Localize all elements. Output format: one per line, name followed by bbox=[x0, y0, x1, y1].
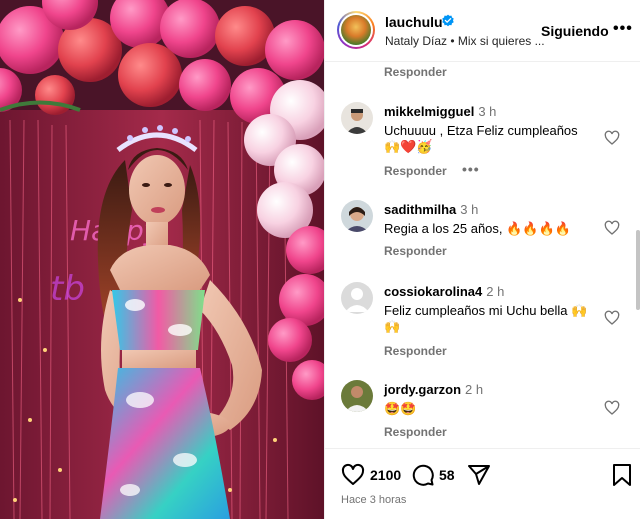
post-header: lauchulu Nataly Díaz • Mix si quieres ..… bbox=[325, 0, 640, 62]
comment-like-icon[interactable] bbox=[604, 220, 620, 236]
post-photo[interactable]: Happy tb bbox=[0, 0, 324, 519]
comment-emoji-line: 🙌 bbox=[384, 319, 401, 334]
comments-list: Responder mikkelmigguel 3 h Uchuuuu , Etz… bbox=[325, 62, 640, 448]
comment-like-icon[interactable] bbox=[604, 130, 620, 146]
reply-button[interactable]: Responder bbox=[384, 65, 447, 79]
paper-plane-icon[interactable] bbox=[467, 463, 491, 487]
commenter-username[interactable]: sadithmilha 3 h bbox=[384, 202, 478, 217]
post-side-panel: lauchulu Nataly Díaz • Mix si quieres ..… bbox=[324, 0, 640, 519]
comment-text: 🤩🤩 bbox=[384, 401, 417, 416]
post-photo-image: Happy tb bbox=[0, 0, 324, 519]
comment-text: Regia a los 25 años, 🔥🔥🔥🔥 bbox=[384, 221, 571, 236]
comment-emoji-line: 🙌❤️🥳 bbox=[384, 139, 433, 154]
reply-button[interactable]: Responder bbox=[384, 425, 447, 439]
comment-time: 3 h bbox=[460, 202, 479, 217]
comment-text: Feliz cumpleaños mi Uchu bella 🙌 bbox=[384, 303, 588, 318]
commenter-username[interactable]: jordy.garzon 2 h bbox=[384, 382, 483, 397]
commenter-username[interactable]: cossiokarolina4 2 h bbox=[384, 284, 504, 299]
verified-badge-icon bbox=[442, 14, 454, 27]
commenter-avatar[interactable] bbox=[341, 102, 373, 134]
scrollbar-thumb[interactable] bbox=[636, 230, 640, 310]
reply-button[interactable]: Responder bbox=[384, 244, 447, 258]
reply-button[interactable]: Responder bbox=[384, 344, 447, 358]
comment-bubble-icon[interactable] bbox=[411, 463, 435, 487]
svg-text:tb: tb bbox=[50, 269, 85, 309]
more-options-icon[interactable]: ••• bbox=[613, 20, 633, 38]
post-timestamp[interactable]: Hace 3 horas bbox=[341, 494, 406, 506]
bookmark-icon[interactable] bbox=[611, 463, 633, 487]
audio-track-label[interactable]: Nataly Díaz • Mix si quieres ... bbox=[385, 34, 545, 48]
comment-like-icon[interactable] bbox=[604, 400, 620, 416]
comment-time: 2 h bbox=[486, 284, 505, 299]
likes-count[interactable]: 2100 bbox=[370, 467, 401, 483]
comment-more-icon[interactable]: ••• bbox=[462, 161, 480, 177]
post-actions-bar: 2100 58 Hace 3 horas bbox=[325, 448, 640, 519]
author-avatar[interactable] bbox=[337, 11, 375, 49]
comment-text: Uchuuuu , Etza Feliz cumpleaños bbox=[384, 123, 578, 138]
commenter-avatar[interactable] bbox=[341, 200, 373, 232]
following-button[interactable]: Siguiendo bbox=[541, 23, 609, 39]
commenter-avatar[interactable] bbox=[341, 282, 373, 314]
commenter-username[interactable]: mikkelmigguel 3 h bbox=[384, 104, 496, 119]
heart-icon[interactable] bbox=[341, 463, 365, 487]
comments-count[interactable]: 58 bbox=[439, 467, 455, 483]
commenter-avatar[interactable] bbox=[341, 380, 373, 412]
reply-button[interactable]: Responder bbox=[384, 164, 447, 178]
comment-time: 2 h bbox=[465, 382, 484, 397]
comment-like-icon[interactable] bbox=[604, 310, 620, 326]
comments-scrollbar[interactable] bbox=[634, 62, 640, 448]
author-username[interactable]: lauchulu bbox=[385, 14, 443, 30]
comment-time: 3 h bbox=[478, 104, 497, 119]
